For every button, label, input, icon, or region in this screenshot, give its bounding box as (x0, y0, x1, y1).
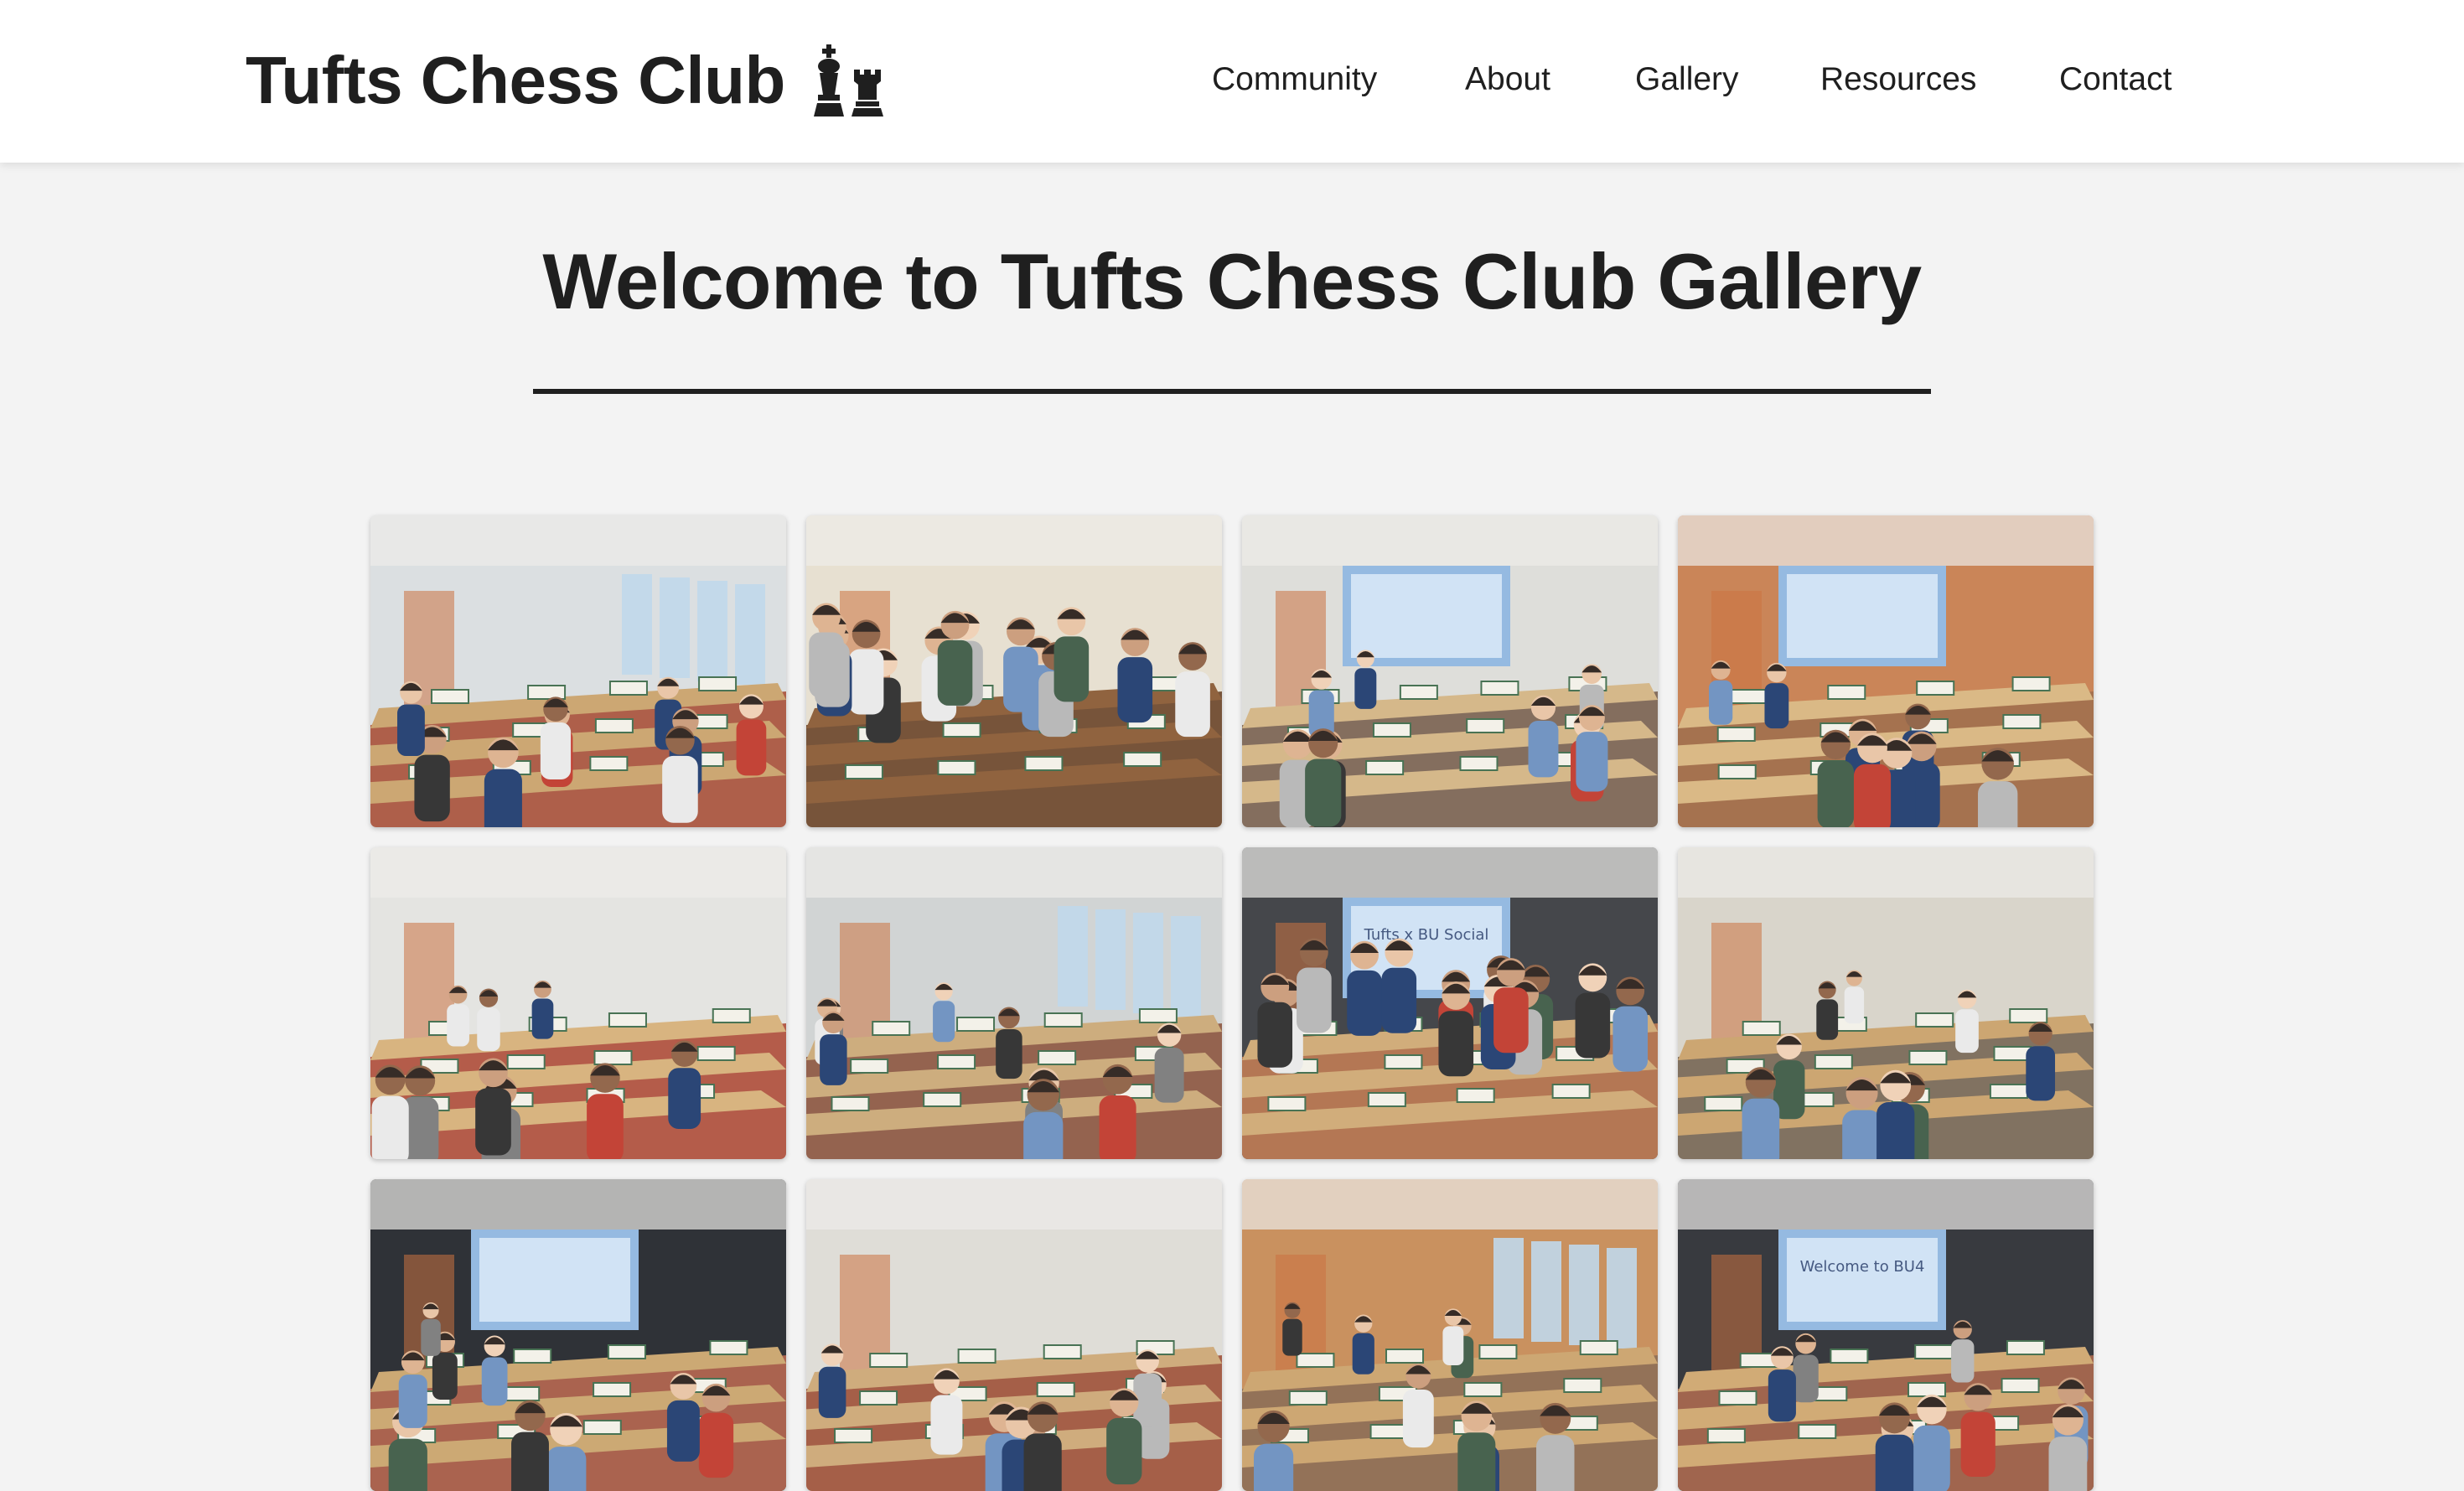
title-divider (533, 389, 1931, 394)
gallery-photo[interactable] (806, 515, 1222, 827)
main-nav: Community About Gallery Resources Contac… (0, 49, 2464, 111)
gallery-photo[interactable] (370, 847, 786, 1159)
gallery-photo[interactable] (806, 847, 1222, 1159)
site-header: Tufts Chess Club Community About Gallery… (0, 0, 2464, 163)
nav-link-resources[interactable]: Resources (1820, 49, 1976, 111)
nav-link-about[interactable]: About (1465, 49, 1550, 111)
gallery-photo[interactable] (1242, 515, 1658, 827)
nav-link-community[interactable]: Community (1212, 49, 1377, 111)
gallery-photo[interactable] (1242, 1179, 1658, 1491)
photo-gallery: Tufts x BU Social Welcome to BU4 (370, 515, 2095, 1491)
page-title: Welcome to Tufts Chess Club Gallery (542, 237, 1922, 325)
nav-link-contact[interactable]: Contact (2059, 49, 2172, 111)
gallery-photo[interactable]: Tufts x BU Social (1242, 847, 1658, 1159)
gallery-photo[interactable] (370, 515, 786, 827)
gallery-photo[interactable]: Welcome to BU4 (1678, 1179, 2094, 1491)
gallery-photo[interactable] (1678, 847, 2094, 1159)
gallery-photo[interactable] (370, 1179, 786, 1491)
nav-link-gallery[interactable]: Gallery (1635, 49, 1739, 111)
gallery-photo[interactable] (1678, 515, 2094, 827)
gallery-photo[interactable] (806, 1179, 1222, 1491)
